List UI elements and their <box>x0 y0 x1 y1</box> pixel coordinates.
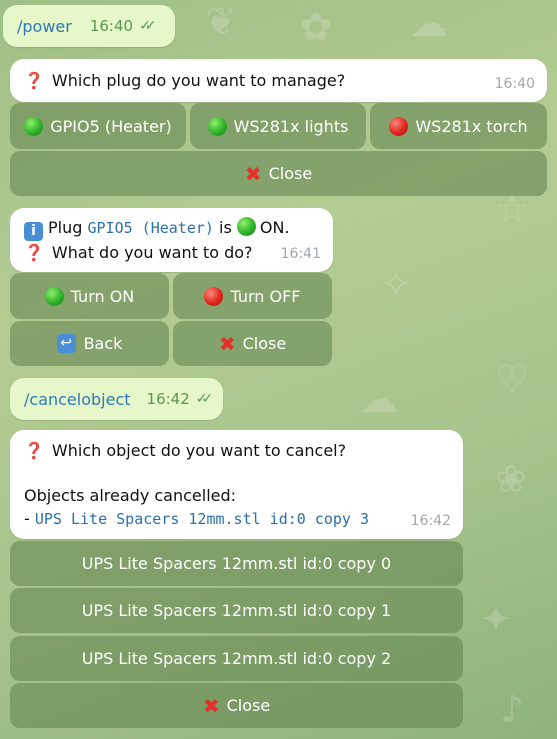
cancel-object-copy-0-button[interactable]: UPS Lite Spacers 12mm.stl id:0 copy 0 <box>10 541 463 586</box>
button-label: WS281x lights <box>233 116 349 136</box>
doodle-music-icon: ♪ <box>500 687 525 731</box>
doodle-cloud-icon: ☁ <box>360 377 398 421</box>
message-text: What do you want to do? <box>51 243 253 262</box>
outgoing-message-cancelobject: /cancelobject 16:42 ✓✓ <box>10 378 223 420</box>
cancel-object-copy-2-button[interactable]: UPS Lite Spacers 12mm.stl id:0 copy 2 <box>10 636 463 681</box>
status-prefix: Plug <box>48 218 83 237</box>
button-label: Turn OFF <box>230 286 301 306</box>
doodle-dino-icon: ✧ <box>380 262 412 306</box>
close-x-icon: ✖ <box>244 161 262 186</box>
info-icon: i <box>24 222 43 241</box>
message-text: Which plug do you want to manage? <box>51 71 346 90</box>
close-button[interactable]: ✖ Close <box>10 151 547 196</box>
doodle-gift-icon: ❀ <box>495 457 527 501</box>
green-circle-icon <box>24 116 44 136</box>
button-label: Turn ON <box>70 286 135 306</box>
message-time: 16:40 <box>494 76 535 92</box>
button-label: GPIO5 (Heater) <box>50 116 172 136</box>
incoming-message-cancel-prompt: ❓ Which object do you want to cancel? Obj… <box>10 430 463 539</box>
command-link-cancelobject[interactable]: /cancelobject <box>24 390 131 409</box>
cancelled-object-line: - UPS Lite Spacers 12mm.stl id:0 copy 3 <box>24 507 449 531</box>
button-label: Close <box>242 334 287 353</box>
close-button[interactable]: ✖ Close <box>173 321 332 366</box>
doodle-strawberry-icon: ✿ <box>300 5 332 49</box>
doodle-rocket-icon: ✦ <box>480 597 512 641</box>
button-label: Back <box>83 334 123 353</box>
status-mid: is <box>219 218 232 237</box>
command-link-power[interactable]: /power <box>17 17 72 36</box>
list-dash: - <box>24 509 30 528</box>
question-line: ❓ Which object do you want to cancel? <box>24 439 449 462</box>
cancel-object-copy-1-button[interactable]: UPS Lite Spacers 12mm.stl id:0 copy 1 <box>10 588 463 633</box>
button-label: UPS Lite Spacers 12mm.stl id:0 copy 0 <box>81 554 392 573</box>
red-circle-icon <box>204 286 224 306</box>
gpio5-heater-button[interactable]: GPIO5 (Heater) <box>10 103 186 149</box>
outgoing-message-power: /power 16:40 ✓✓ <box>3 5 175 47</box>
incoming-message-plug-prompt: ❓ Which plug do you want to manage? 16:40 <box>10 59 547 102</box>
cancelled-object-name: UPS Lite Spacers 12mm.stl id:0 copy 3 <box>34 510 370 528</box>
green-circle-icon <box>236 217 256 236</box>
green-circle-icon <box>207 116 227 136</box>
red-circle-icon <box>389 116 409 136</box>
message-time: 16:41 <box>280 246 321 262</box>
question-line: ❓ What do you want to do? <box>24 241 319 264</box>
message-time: 16:42 <box>410 513 451 529</box>
status-line: i Plug GPIO5 (Heater) is ON. <box>24 216 319 241</box>
button-label: Close <box>268 164 313 183</box>
doodle-bird-icon: ☁ <box>410 1 448 45</box>
incoming-message-plug-status: i Plug GPIO5 (Heater) is ON. ❓ What do you… <box>10 208 333 272</box>
message-text: Which object do you want to cancel? <box>51 441 347 460</box>
doodle-leaf-icon: ❦ <box>205 0 237 43</box>
message-time: 16:40 <box>89 17 134 35</box>
plug-state: ON. <box>259 218 290 237</box>
back-button[interactable]: ↩ Back <box>10 321 169 366</box>
doodle-heart-icon: ♡ <box>495 357 530 401</box>
double-check-icon: ✓✓ <box>139 18 157 34</box>
back-arrow-icon: ↩ <box>56 334 76 353</box>
ws281x-torch-button[interactable]: WS281x torch <box>370 103 547 149</box>
close-x-icon: ✖ <box>218 331 236 356</box>
green-circle-icon <box>44 286 64 306</box>
button-label: UPS Lite Spacers 12mm.stl id:0 copy 2 <box>81 649 392 668</box>
close-x-icon: ✖ <box>202 693 220 718</box>
button-label: WS281x torch <box>415 116 528 136</box>
already-cancelled-label: Objects already cancelled: <box>24 486 237 505</box>
button-label: UPS Lite Spacers 12mm.stl id:0 copy 1 <box>81 601 392 620</box>
question-mark-icon: ❓ <box>24 71 44 90</box>
question-mark-icon: ❓ <box>24 243 44 262</box>
turn-off-button[interactable]: Turn OFF <box>173 273 332 319</box>
double-check-icon: ✓✓ <box>195 391 214 407</box>
ws281x-lights-button[interactable]: WS281x lights <box>190 103 366 149</box>
plug-name: GPIO5 (Heater) <box>87 219 214 237</box>
turn-on-button[interactable]: Turn ON <box>10 273 169 319</box>
message-time: 16:42 <box>146 390 190 408</box>
question-mark-icon: ❓ <box>24 441 44 460</box>
button-label: Close <box>226 696 271 715</box>
close-button[interactable]: ✖ Close <box>10 683 463 728</box>
